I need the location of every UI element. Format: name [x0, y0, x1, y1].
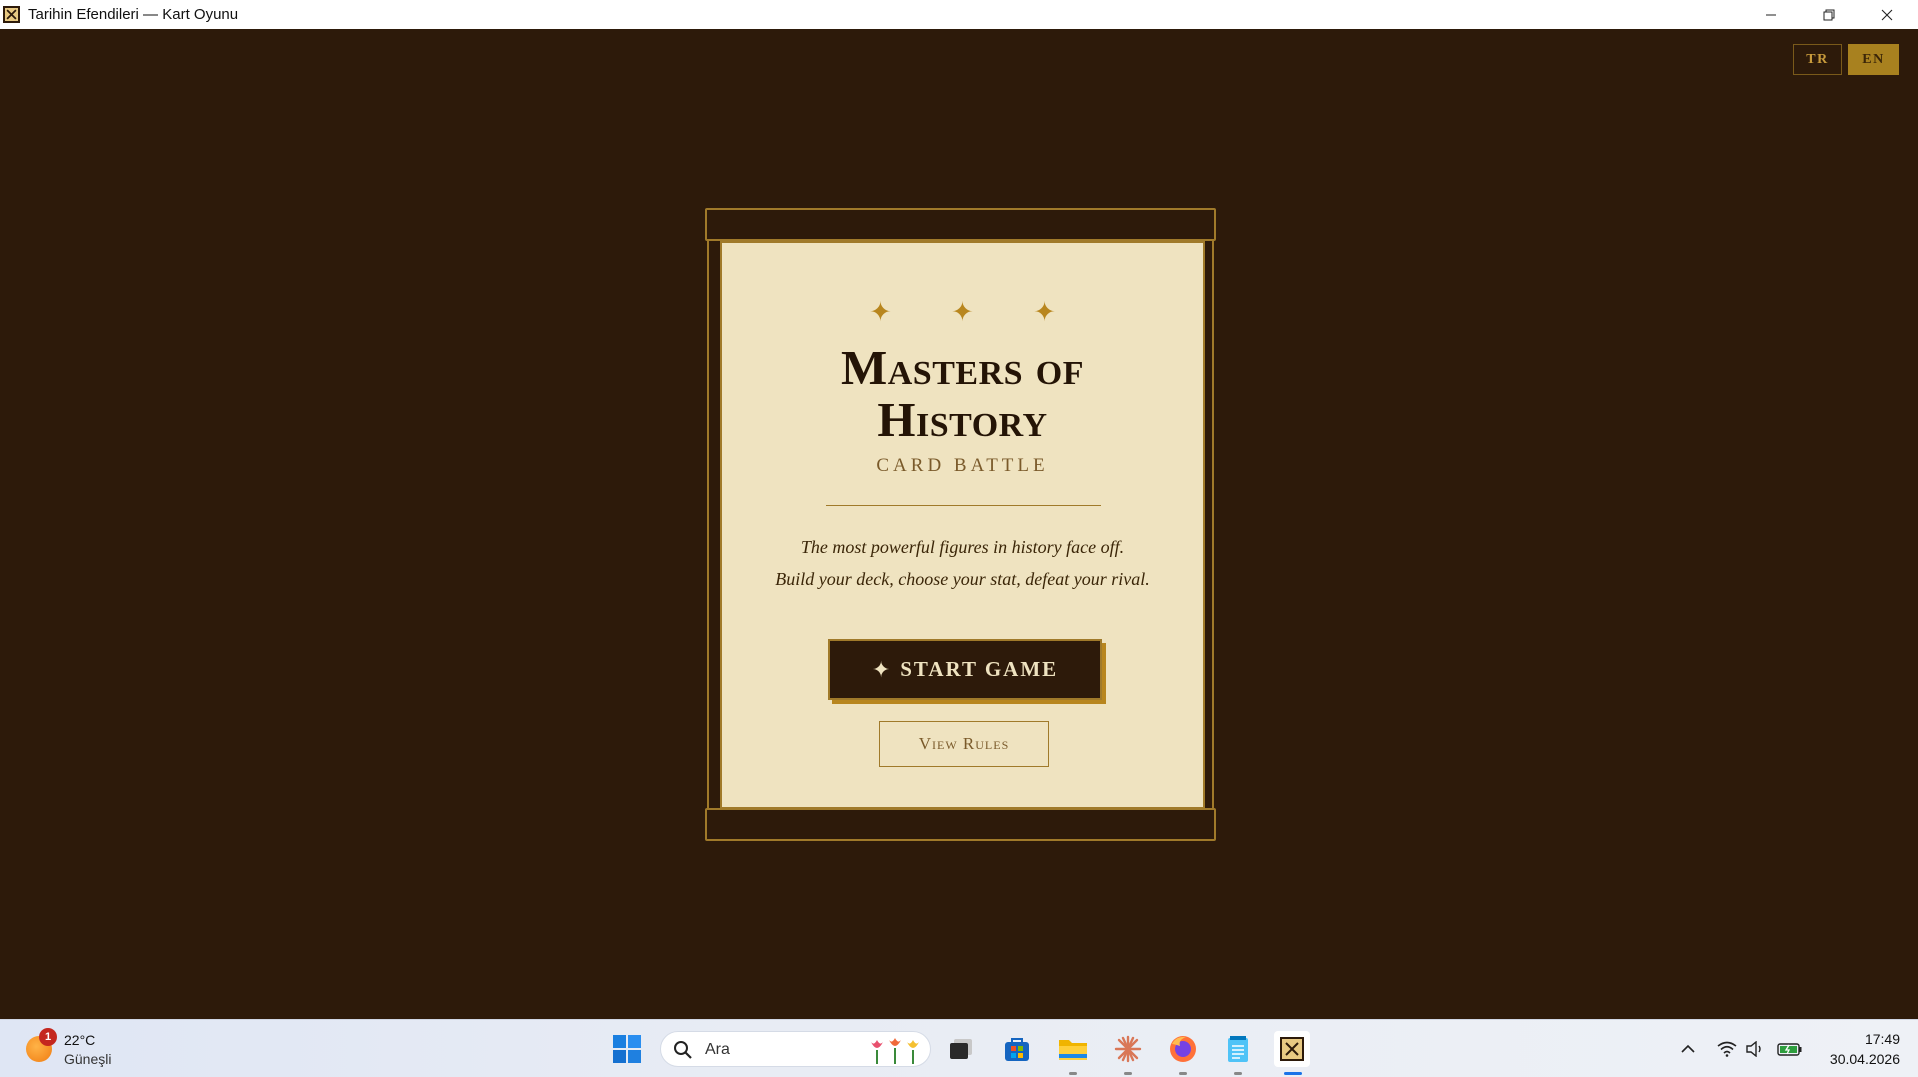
- start-game-label: START GAME: [900, 657, 1059, 681]
- language-tr-button[interactable]: TR: [1793, 44, 1842, 75]
- task-view-icon: [950, 1039, 972, 1059]
- notepad-icon: [1228, 1036, 1248, 1062]
- claude-button[interactable]: [1110, 1031, 1146, 1067]
- task-view-button[interactable]: [943, 1031, 979, 1067]
- firefox-running-indicator: [1179, 1072, 1187, 1075]
- scroll-top-rod: [705, 208, 1216, 241]
- wifi-icon: [1717, 1041, 1737, 1057]
- restore-icon: [1823, 9, 1835, 20]
- tagline-line1: The most powerful figures in history fac…: [800, 537, 1125, 557]
- search-icon: [674, 1041, 692, 1059]
- clock-time[interactable]: 17:49: [1834, 1031, 1900, 1047]
- tagline-line2: Build your deck, choose your stat, defea…: [775, 569, 1150, 589]
- scroll-frame: ✦ ✦ ✦ Masters of History CARD BATTLE The…: [707, 241, 1214, 809]
- restore-button[interactable]: [1800, 0, 1858, 29]
- scroll-bottom-rod: [705, 808, 1216, 841]
- claude-running-indicator: [1124, 1072, 1132, 1075]
- window-titlebar: Tarihin Efendileri — Kart Oyunu: [0, 0, 1918, 29]
- close-icon: [1881, 9, 1893, 20]
- clock-date[interactable]: 30.04.2026: [1812, 1051, 1900, 1067]
- taskbar: 1 22°C Güneşli Ara 17:49 30.04.2026: [0, 1019, 1918, 1077]
- start-button[interactable]: [609, 1031, 645, 1067]
- start-game-button[interactable]: ✦ START GAME: [828, 639, 1102, 700]
- windows-logo-icon: [613, 1035, 641, 1063]
- window-title: Tarihin Efendileri — Kart Oyunu: [28, 6, 239, 23]
- view-rules-button[interactable]: View Rules: [879, 721, 1049, 767]
- app-icon: [3, 6, 20, 23]
- card-game-taskbar-button[interactable]: [1274, 1031, 1310, 1067]
- folder-icon: [1059, 1040, 1087, 1060]
- language-en-button[interactable]: EN: [1848, 44, 1899, 75]
- show-hidden-icons-button[interactable]: [1678, 1039, 1698, 1059]
- chevron-up-icon: [1681, 1044, 1695, 1053]
- search-placeholder: Ara: [705, 1041, 730, 1058]
- battery-button[interactable]: [1777, 1039, 1803, 1059]
- card-game-icon: [1280, 1037, 1304, 1061]
- game-title-line1: Masters of: [841, 340, 1084, 395]
- game-title-line2: History: [877, 392, 1048, 447]
- game-screen: TR EN ✦ ✦ ✦ Masters of History CARD BATT…: [0, 29, 1918, 1019]
- volume-button[interactable]: [1745, 1039, 1765, 1059]
- divider: [826, 505, 1101, 506]
- tulips-icon: [871, 1038, 919, 1064]
- view-rules-label: View Rules: [918, 734, 1010, 753]
- star-ornament: ✦ ✦ ✦: [869, 297, 1082, 327]
- file-explorer-button[interactable]: [1055, 1031, 1091, 1067]
- wifi-button[interactable]: [1717, 1039, 1737, 1059]
- store-button[interactable]: [999, 1031, 1035, 1067]
- volume-icon: [1746, 1041, 1761, 1057]
- card-game-active-indicator: [1284, 1072, 1302, 1075]
- game-subtitle: CARD BATTLE: [876, 455, 1049, 476]
- battery-charging-icon: [1777, 1043, 1802, 1056]
- weather-temperature[interactable]: 22°C: [64, 1032, 95, 1048]
- minimize-icon: [1766, 14, 1776, 15]
- weather-notification-badge: 1: [39, 1028, 57, 1046]
- taskbar-search[interactable]: Ara: [660, 1031, 931, 1067]
- firefox-icon: [1170, 1036, 1196, 1062]
- minimize-button[interactable]: [1742, 0, 1800, 29]
- claude-icon: [1114, 1035, 1142, 1063]
- close-button[interactable]: [1858, 0, 1916, 29]
- notepad-button[interactable]: [1220, 1031, 1256, 1067]
- notepad-running-indicator: [1234, 1072, 1242, 1075]
- title-parchment: ✦ ✦ ✦ Masters of History CARD BATTLE The…: [720, 241, 1205, 809]
- star-icon: ✦: [871, 656, 891, 682]
- weather-condition[interactable]: Güneşli: [64, 1051, 111, 1067]
- firefox-button[interactable]: [1165, 1031, 1201, 1067]
- files-running-indicator: [1069, 1072, 1077, 1075]
- store-icon: [1005, 1038, 1029, 1061]
